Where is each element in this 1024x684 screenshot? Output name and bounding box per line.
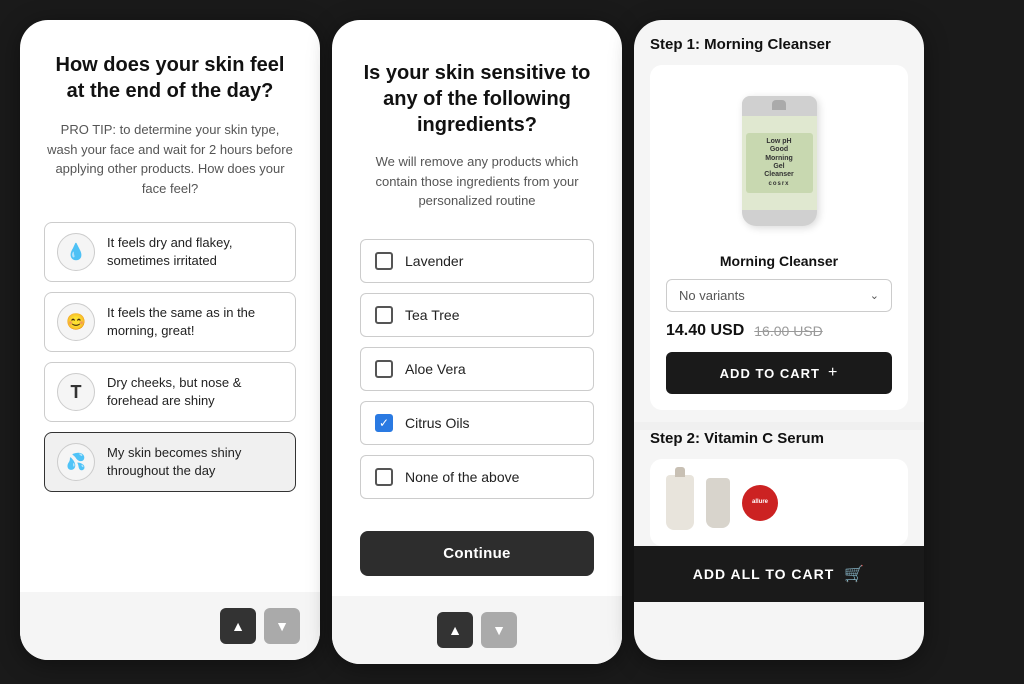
serum-bottle-1 (666, 475, 694, 530)
product1-name: Morning Cleanser (666, 253, 892, 269)
variant-label: No variants (679, 288, 745, 303)
right-scroll: Step 1: Morning Cleanser Low pHGoodMorni… (634, 20, 924, 602)
option-text-combo: Dry cheeks, but nose & forehead are shin… (107, 374, 283, 410)
option-combo[interactable]: T Dry cheeks, but nose & forehead are sh… (44, 362, 296, 422)
option-icon-combo: T (57, 373, 95, 411)
checkbox-lavender[interactable]: Lavender (360, 239, 594, 283)
option-text-oily: My skin becomes shiny throughout the day (107, 444, 283, 480)
checkbox-aloe-vera[interactable]: Aloe Vera (360, 347, 594, 391)
option-text-dry: It feels dry and flakey, sometimes irrit… (107, 234, 283, 270)
option-icon-oily: 💦 (57, 443, 95, 481)
checkbox-box-lavender (375, 252, 393, 270)
option-oily[interactable]: 💦 My skin becomes shiny throughout the d… (44, 432, 296, 492)
step2-title: Step 2: Vitamin C Serum (650, 430, 908, 447)
cleanser-tube-top (742, 96, 817, 116)
pro-tip: PRO TIP: to determine your skin type, wa… (44, 120, 296, 198)
add-all-label: ADD ALL TO CART (693, 566, 835, 582)
cleanser-tube-label: Low pHGoodMorningGelCleansercosrx (742, 116, 817, 210)
checkbox-citrus-oils[interactable]: ✓ Citrus Oils (360, 401, 594, 445)
price-row: 14.40 USD 16.00 USD (666, 322, 892, 340)
middle-nav-up-button[interactable]: ▲ (437, 612, 473, 648)
left-title: How does your skin feel at the end of th… (44, 52, 296, 104)
add-all-to-cart-bar[interactable]: ADD ALL TO CART 🛒 (634, 546, 924, 602)
checkbox-label-citrus-oils: Citrus Oils (405, 415, 470, 431)
option-icon-same: 😊 (57, 303, 95, 341)
right-panel: Step 1: Morning Cleanser Low pHGoodMorni… (634, 20, 924, 660)
middle-nav: ▲ ▼ (332, 596, 622, 664)
cleanser-tube-bottom (742, 210, 817, 226)
option-same[interactable]: 😊 It feels the same as in the morning, g… (44, 292, 296, 352)
nav-down-button[interactable]: ▼ (264, 608, 300, 644)
middle-title: Is your skin sensitive to any of the fol… (360, 60, 594, 138)
skin-feel-options: 💧 It feels dry and flakey, sometimes irr… (44, 222, 296, 492)
option-icon-dry: 💧 (57, 233, 95, 271)
variant-selector[interactable]: No variants ⌄ (666, 279, 892, 312)
step1-title: Step 1: Morning Cleanser (650, 36, 908, 53)
add-to-cart-button[interactable]: ADD TO CART + (666, 352, 892, 394)
middle-nav-down-button[interactable]: ▼ (481, 612, 517, 648)
checkbox-label-tea-tree: Tea Tree (405, 307, 459, 323)
option-dry[interactable]: 💧 It feels dry and flakey, sometimes irr… (44, 222, 296, 282)
step2-section: Step 2: Vitamin C Serum allure (634, 430, 924, 546)
checkbox-label-lavender: Lavender (405, 253, 463, 269)
add-to-cart-label: ADD TO CART (720, 366, 820, 381)
ingredient-list: Lavender Tea Tree Aloe Vera ✓ Citrus Oil… (360, 239, 594, 499)
nav-up-button[interactable]: ▲ (220, 608, 256, 644)
middle-panel: Is your skin sensitive to any of the fol… (332, 20, 622, 664)
continue-button[interactable]: Continue (360, 531, 594, 576)
serum-bottle-2 (706, 478, 730, 528)
cleanser-brand-name: cosrx (768, 181, 789, 187)
cleanser-brand-text: Low pHGoodMorningGelCleansercosrx (764, 138, 794, 188)
checkbox-label-aloe-vera: Aloe Vera (405, 361, 466, 377)
step1-section: Step 1: Morning Cleanser Low pHGoodMorni… (634, 20, 924, 410)
cleanser-label-inner: Low pHGoodMorningGelCleansercosrx (746, 133, 813, 193)
left-content: How does your skin feel at the end of th… (20, 20, 320, 592)
checkbox-box-none (375, 468, 393, 486)
cart-icon: 🛒 (844, 564, 865, 584)
middle-content: Is your skin sensitive to any of the fol… (332, 20, 622, 596)
option-text-same: It feels the same as in the morning, gre… (107, 304, 283, 340)
left-panel: How does your skin feel at the end of th… (20, 20, 320, 660)
left-nav: ▲ ▼ (20, 592, 320, 660)
price-current: 14.40 USD (666, 322, 744, 340)
allure-badge-text: allure (752, 499, 768, 506)
serum-preview-card: allure (650, 459, 908, 546)
middle-subtitle: We will remove any products which contai… (360, 152, 594, 211)
product-image-area: Low pHGoodMorningGelCleansercosrx (666, 81, 892, 241)
checkbox-box-tea-tree (375, 306, 393, 324)
plus-icon: + (828, 364, 838, 382)
price-original: 16.00 USD (754, 323, 822, 339)
checkbox-none[interactable]: None of the above (360, 455, 594, 499)
checkbox-box-citrus-oils: ✓ (375, 414, 393, 432)
checkbox-tea-tree[interactable]: Tea Tree (360, 293, 594, 337)
product-card-cleanser: Low pHGoodMorningGelCleansercosrx Mornin… (650, 65, 908, 410)
allure-badge: allure (742, 485, 778, 521)
cleanser-tube-illustration: Low pHGoodMorningGelCleansercosrx (742, 96, 817, 226)
checkbox-box-aloe-vera (375, 360, 393, 378)
section-divider (634, 422, 924, 430)
checkbox-label-none: None of the above (405, 469, 519, 485)
right-scroll-inner[interactable]: Step 1: Morning Cleanser Low pHGoodMorni… (634, 20, 924, 546)
chevron-down-icon: ⌄ (870, 289, 879, 302)
